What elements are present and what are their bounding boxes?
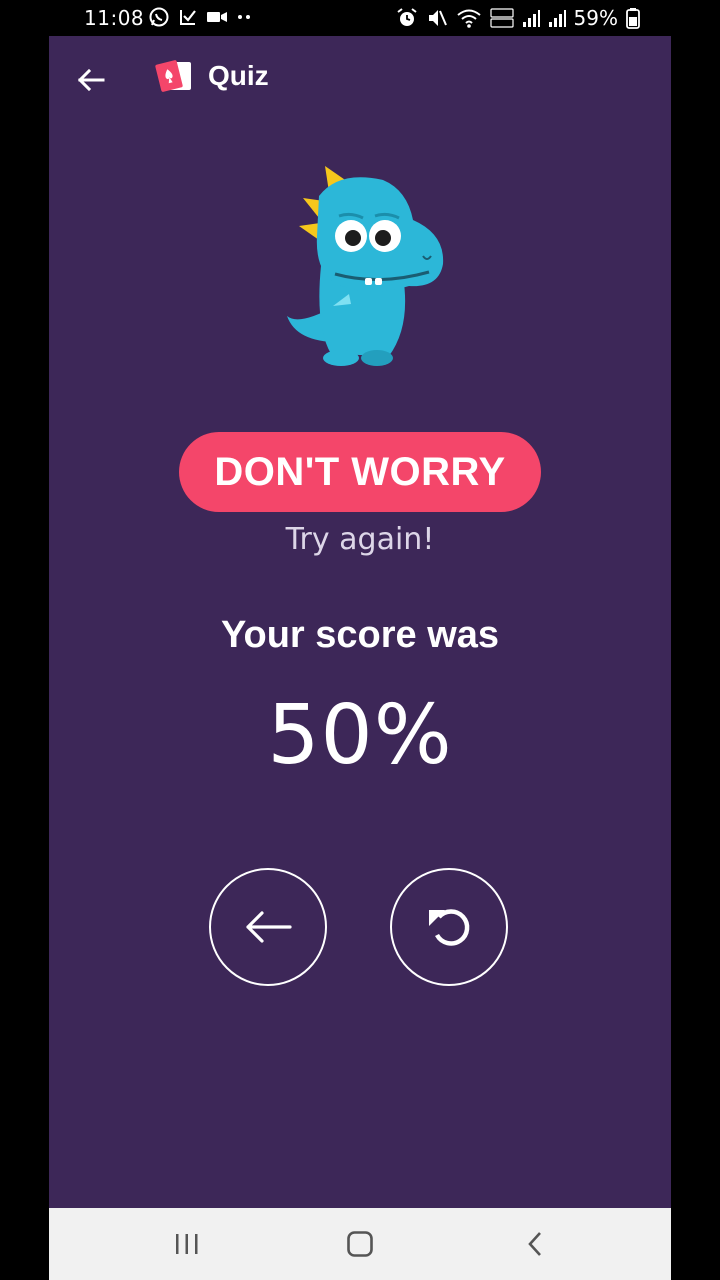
quiz-result-screen: Quiz DON'T WORRY Try again! Your score w…: [49, 36, 671, 1208]
header-back-button[interactable]: [75, 64, 107, 96]
volte-icon: [489, 8, 514, 28]
arrow-left-icon: [77, 68, 105, 92]
arrow-left-icon: [246, 911, 292, 943]
dinosaur-mascot: [287, 166, 444, 366]
wifi-icon: [456, 9, 481, 28]
whatsapp-icon: [149, 7, 169, 27]
check-icon: [180, 10, 196, 25]
score-label: Your score was: [220, 614, 500, 656]
status-system-icons: 59%: [396, 6, 640, 30]
page-title: Quiz: [208, 60, 269, 91]
retry-button[interactable]: [390, 868, 508, 986]
back-icon: [528, 1232, 541, 1256]
recents-icon: [176, 1234, 198, 1254]
back-button[interactable]: [209, 868, 327, 986]
battery-icon: [626, 8, 640, 29]
system-nav-bar: [49, 1208, 671, 1280]
score-value: 50%: [267, 688, 453, 783]
recents-button[interactable]: [167, 1226, 207, 1262]
result-badge: DON'T WORRY: [179, 432, 541, 512]
status-bar: 11:08 59%: [0, 0, 720, 36]
home-button[interactable]: [340, 1226, 380, 1262]
quiz-cards-logo-icon: [155, 60, 191, 92]
battery-percent: 59%: [573, 6, 618, 30]
status-notification-icons: [148, 6, 252, 28]
status-time: 11:08: [84, 6, 145, 30]
signal-icon: [522, 10, 540, 27]
nav-back-button[interactable]: [515, 1226, 555, 1262]
more-dots-icon: [238, 15, 250, 19]
video-icon: [207, 12, 227, 22]
retry-icon: [429, 909, 470, 946]
result-subtitle: Try again!: [285, 522, 435, 557]
alarm-icon: [396, 8, 417, 26]
signal-icon: [548, 10, 566, 27]
mute-icon: [428, 10, 447, 26]
home-icon: [347, 1231, 373, 1257]
